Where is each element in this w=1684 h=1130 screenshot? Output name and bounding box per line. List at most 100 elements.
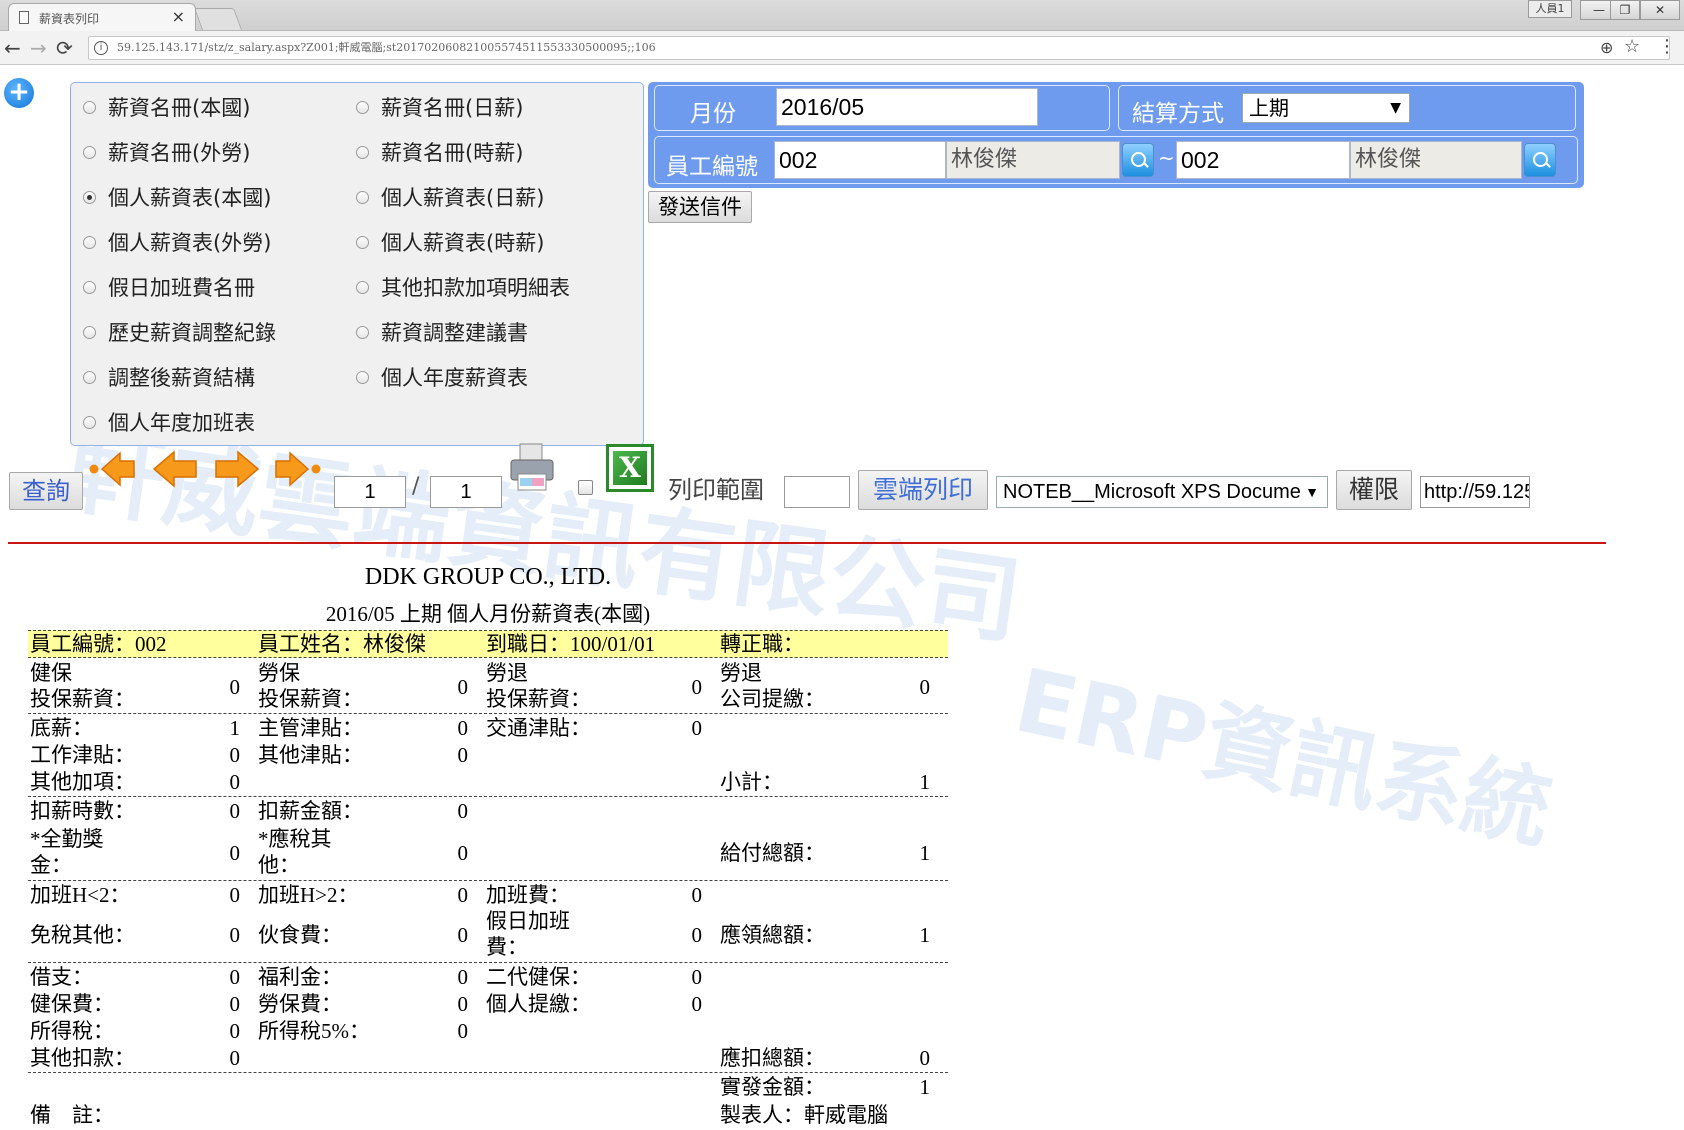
forward-arrow-icon[interactable]: → (30, 36, 47, 60)
page-current-input[interactable]: 1 (334, 476, 406, 508)
page-total-field: 1 (430, 476, 502, 508)
labor-ins-value: 0 (457, 675, 469, 699)
radio-icon[interactable] (83, 145, 96, 159)
employee-label: 員工編號 (666, 154, 758, 180)
send-mail-button[interactable]: 發送信件 (648, 191, 752, 223)
zoom-icon[interactable]: ⊕ (1600, 38, 1613, 57)
radio-icon[interactable] (83, 370, 96, 384)
report-option-selected[interactable]: 個人薪資表(本國) (83, 182, 271, 212)
subtotal-value: 1 (919, 770, 931, 794)
printer-icon[interactable] (508, 442, 556, 494)
report-option[interactable]: 薪資名冊(本國) (83, 92, 250, 122)
radio-icon[interactable] (356, 325, 369, 339)
radio-icon[interactable] (83, 235, 96, 249)
deduct-hours-value: 0 (229, 799, 241, 823)
overtime-over2-value: 0 (457, 883, 469, 907)
report-option[interactable]: 個人薪資表(日薪) (356, 182, 544, 212)
radio-icon[interactable] (83, 100, 96, 114)
employee-from-name: 林俊傑 (946, 141, 1120, 179)
radio-icon[interactable] (83, 325, 96, 339)
report-option[interactable]: 薪資調整建議書 (356, 317, 528, 347)
employee-name: 員工姓名：林俊傑 (258, 632, 426, 656)
report-company: DDK GROUP CO., LTD. (364, 564, 612, 590)
search-icon[interactable] (1122, 143, 1154, 177)
income-tax-5-label: 所得稅5%： (258, 1019, 370, 1043)
taxfree-other-label: 免稅其他： (30, 923, 135, 947)
report-option[interactable]: 個人年度薪資表 (356, 362, 528, 392)
last-page-icon[interactable] (272, 448, 322, 490)
profile-badge[interactable]: 人員1 (1528, 0, 1572, 18)
work-allowance-label: 工作津貼： (30, 743, 135, 767)
new-tab-button[interactable] (193, 8, 243, 30)
income-tax-value: 0 (229, 1019, 241, 1043)
search-icon[interactable] (1524, 143, 1556, 177)
menu-kebab-icon[interactable]: ⋮ (1658, 36, 1676, 57)
settle-label: 結算方式 (1132, 101, 1224, 127)
site-info-icon[interactable]: i (94, 41, 108, 55)
other-deduct-value: 0 (229, 1046, 241, 1070)
radio-icon[interactable] (356, 100, 369, 114)
report-option[interactable]: 個人薪資表(外勞) (83, 227, 271, 257)
radio-icon[interactable] (356, 145, 369, 159)
next-page-icon[interactable] (212, 448, 262, 490)
settle-select[interactable]: 上期 ▼ (1242, 93, 1410, 123)
health-fee-label: 健保費： (30, 992, 114, 1016)
month-input[interactable]: 2016/05 (776, 88, 1038, 126)
permission-button[interactable]: 權限 (1336, 470, 1412, 510)
pension-co-label-2: 公司提繳： (720, 687, 825, 711)
excel-export-icon[interactable]: X (606, 444, 654, 492)
divider-line (8, 542, 1606, 544)
radio-icon[interactable] (356, 370, 369, 384)
other-add-value: 0 (229, 770, 241, 794)
radio-icon[interactable] (83, 280, 96, 294)
radio-icon[interactable] (356, 280, 369, 294)
bookmark-star-icon[interactable]: ☆ (1624, 36, 1640, 57)
attendance-bonus-value: 0 (229, 841, 241, 865)
range-tilde: ~ (1158, 146, 1175, 170)
url-bar[interactable]: 59.125.143.171/stz/z_salary.aspx?Z001;軒威… (88, 36, 1670, 60)
regular-date: 轉正職： (720, 632, 804, 656)
previous-page-icon[interactable] (150, 448, 200, 490)
radio-icon[interactable] (83, 190, 96, 204)
report-option[interactable]: 其他扣款加項明細表 (356, 272, 570, 302)
employee-to-input[interactable]: 002 (1176, 141, 1350, 179)
welfare-label: 福利金： (258, 965, 342, 989)
deduct-total-label: 應扣總額： (720, 1046, 825, 1070)
report-option[interactable]: 個人年度加班表 (83, 407, 255, 437)
income-tax-label: 所得稅： (30, 1019, 114, 1043)
watermark-system: ERP資訊系統 (1006, 648, 1561, 863)
printer-select[interactable]: NOTEB__Microsoft XPS Docume ▼ (996, 476, 1328, 508)
report-option[interactable]: 薪資名冊(外勞) (83, 137, 250, 167)
restore-button[interactable]: ❐ (1610, 0, 1640, 20)
report-option[interactable]: 調整後薪資結構 (83, 362, 255, 392)
back-arrow-icon[interactable]: ← (4, 36, 21, 60)
base-salary-value: 1 (229, 716, 241, 740)
radio-icon[interactable] (356, 235, 369, 249)
report-option[interactable]: 歷史薪資調整紀錄 (83, 317, 276, 347)
taxfree-other-value: 0 (229, 923, 241, 947)
url-field[interactable]: http://59.125 (1420, 476, 1530, 508)
radio-icon[interactable] (356, 190, 369, 204)
health-fee-value: 0 (229, 992, 241, 1016)
report-option[interactable]: 個人薪資表(時薪) (356, 227, 544, 257)
query-button[interactable]: 查詢 (9, 472, 83, 510)
report-option[interactable]: 薪資名冊(時薪) (356, 137, 523, 167)
radio-icon[interactable] (83, 415, 96, 429)
print-range-input[interactable] (784, 476, 850, 508)
print-option-checkbox[interactable] (578, 480, 593, 495)
manager-allowance-label: 主管津貼： (258, 716, 363, 740)
tab-close-icon[interactable]: × (172, 7, 185, 26)
employee-from-input[interactable]: 002 (774, 141, 946, 179)
report-option[interactable]: 薪資名冊(日薪) (356, 92, 523, 122)
close-window-button[interactable]: ✕ (1640, 0, 1680, 20)
cloud-print-button[interactable]: 雲端列印 (858, 470, 988, 510)
labor-fee-value: 0 (457, 992, 469, 1016)
overtime-under2-label: 加班H<2： (30, 883, 131, 907)
first-page-icon[interactable] (88, 448, 138, 490)
add-icon[interactable]: + (4, 78, 34, 108)
other-deduct-label: 其他扣款： (30, 1046, 135, 1070)
reload-icon[interactable]: ⟳ (56, 36, 73, 60)
browser-tab[interactable]: 薪資表列印 × (8, 3, 196, 31)
report-option[interactable]: 假日加班費名冊 (83, 272, 255, 302)
manager-allowance-value: 0 (457, 716, 469, 740)
